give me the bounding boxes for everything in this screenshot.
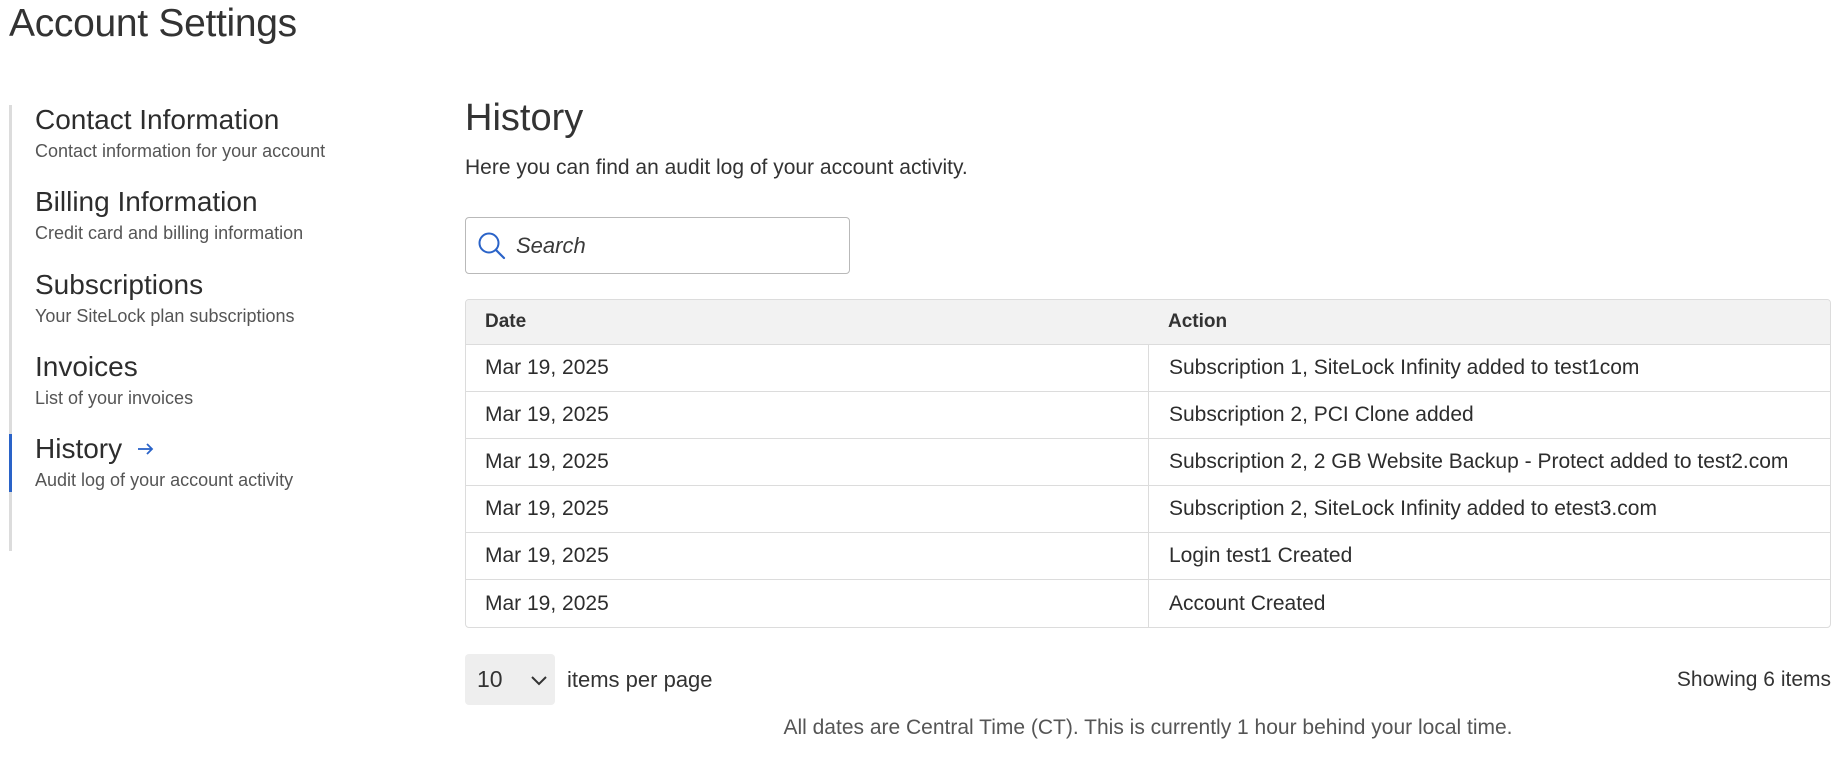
column-header-date[interactable]: Date [466,311,1149,333]
table-row: Mar 19, 2025 Login test1 Created [466,533,1830,580]
sidebar-item-title-row: History [35,434,409,464]
sidebar-item-invoices[interactable]: Invoices List of your invoices [9,352,409,412]
column-header-action[interactable]: Action [1149,311,1227,333]
sidebar-item-title: Contact Information [35,104,280,135]
sidebar-item-title: Subscriptions [35,269,204,300]
cell-date: Mar 19, 2025 [466,439,1149,485]
table-row: Mar 19, 2025 Subscription 2, 2 GB Websit… [466,439,1830,486]
cell-action: Subscription 2, SiteLock Infinity added … [1169,497,1657,520]
search-box[interactable] [465,217,850,274]
table-row: Mar 19, 2025 Subscription 2, SiteLock In… [466,486,1830,533]
cell-date: Mar 19, 2025 [466,392,1149,438]
page-size-value: 10 [477,666,503,692]
cell-date: Mar 19, 2025 [466,533,1149,579]
table-header: Date Action [466,300,1830,345]
cell-action: Account Created [1169,591,1326,615]
sidebar-item-title: History [35,433,123,464]
cell-date: Mar 19, 2025 [466,580,1149,627]
sidebar-item-subtitle: Your SiteLock plan subscriptions [35,306,295,326]
history-table: Date Action Mar 19, 2025 Subscription 1,… [465,299,1831,628]
timezone-footnote: All dates are Central Time (CT). This is… [783,716,1513,739]
sidebar-item-subscriptions[interactable]: Subscriptions Your SiteLock plan subscri… [9,270,409,330]
page-title: Account Settings [9,2,297,45]
table-row: Mar 19, 2025 Account Created [466,580,1830,627]
pager: 10 items per page Showing 6 items [465,654,1831,705]
sidebar-item-subtitle: Audit log of your account activity [35,470,294,490]
sidebar-item-subtitle: Contact information for your account [35,141,326,161]
items-per-page-label: items per page [567,666,713,692]
cell-action: Subscription 2, 2 GB Website Backup - Pr… [1169,450,1789,473]
sidebar-item-history[interactable]: History Audit log of your account activi… [9,434,409,494]
sidebar-item-subtitle: List of your invoices [35,388,194,408]
sidebar-item-contact-information[interactable]: Contact Information Contact information … [9,105,409,165]
cell-date: Mar 19, 2025 [466,486,1149,532]
table-row: Mar 19, 2025 Subscription 1, SiteLock In… [466,345,1830,392]
sidebar-item-title: Billing Information [35,186,258,217]
sidebar-item-title: Invoices [35,351,138,382]
showing-count: Showing 6 items [1676,667,1831,691]
sidebar-item-subtitle: Credit card and billing information [35,223,304,243]
section-description: Here you can find an audit log of your a… [465,156,968,179]
history-panel: History Here you can find an audit log o… [465,96,1831,739]
cell-action: Subscription 1, SiteLock Infinity added … [1169,356,1640,379]
page-size-select[interactable]: 10 [465,654,555,705]
chevron-down-icon [531,676,547,686]
search-icon [478,232,506,259]
section-title: History [465,97,584,139]
sidebar-item-billing-information[interactable]: Billing Information Credit card and bill… [9,187,409,247]
cell-action: Login test1 Created [1169,544,1353,567]
cell-date: Mar 19, 2025 [466,345,1149,391]
cell-action: Subscription 2, PCI Clone added [1169,403,1474,426]
table-row: Mar 19, 2025 Subscription 2, PCI Clone a… [466,392,1830,439]
search-input[interactable] [516,232,836,259]
active-indicator [9,434,12,492]
arrow-right-icon [136,438,156,460]
